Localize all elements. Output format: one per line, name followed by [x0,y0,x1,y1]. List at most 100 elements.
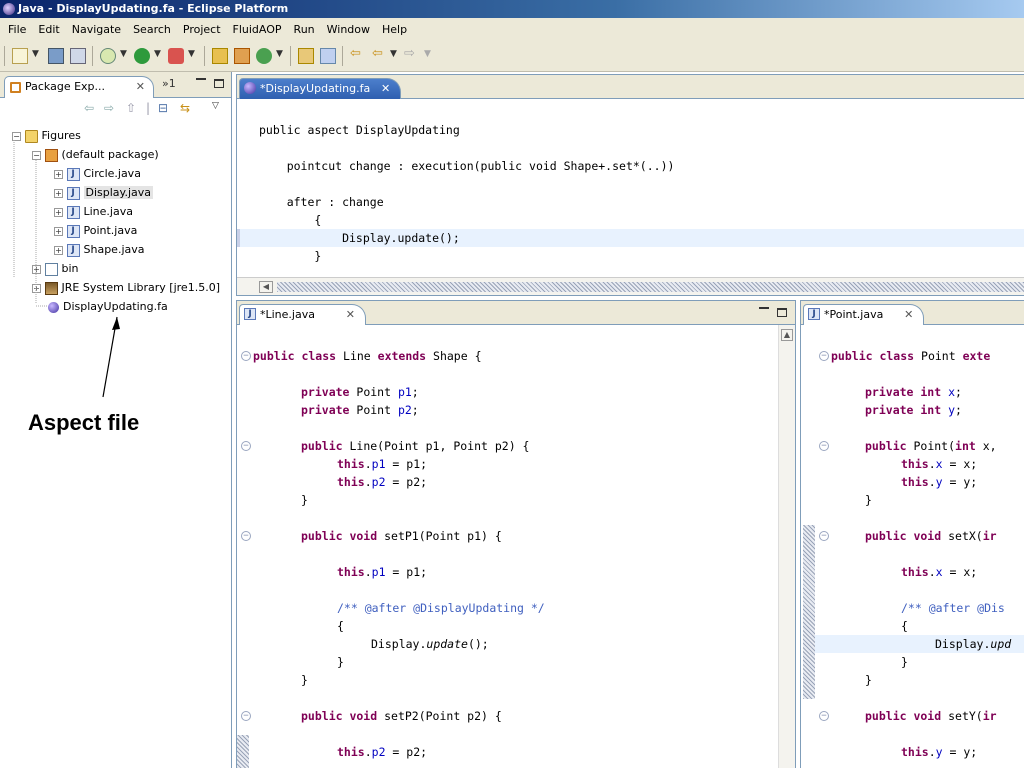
code-token: private int [865,403,942,417]
code-token: = p2; [385,475,428,489]
line-editor-tabbar: J *Line.java ✕ [237,301,795,325]
code-token: p1 [371,565,386,579]
code-token: x [935,457,943,471]
code-token: exte [962,349,991,363]
vertical-scrollbar[interactable]: ▲ [778,325,795,768]
fold-toggle-icon[interactable]: − [819,711,829,721]
close-icon[interactable]: ✕ [381,79,390,98]
code-line: private Point p2; [301,401,419,419]
code-token: p2 [371,745,386,759]
new-class-icon[interactable] [234,48,250,64]
code-token: Point [349,403,398,417]
code-line: { [901,617,908,635]
chevron-down-icon[interactable]: ▼ [188,49,195,59]
code-token: p1 [371,457,386,471]
point-java-code[interactable]: − public class Point exte private int x; pr… [815,325,1024,768]
external-tools-icon[interactable] [168,48,184,64]
run-icon[interactable] [134,48,150,64]
code-token: update [426,637,468,651]
code-token: int [955,439,976,453]
fold-toggle-icon[interactable]: − [241,351,251,361]
java-file-icon: J [244,308,256,320]
scroll-up-icon[interactable]: ▲ [781,329,793,341]
chevron-down-icon[interactable]: ▼ [154,49,161,59]
fold-toggle-icon[interactable]: − [241,711,251,721]
menu-window[interactable]: Window [321,23,376,36]
code-line: Display.update(); [259,231,460,245]
fold-toggle-icon[interactable]: − [241,441,251,451]
tab-line-java[interactable]: J *Line.java ✕ [239,304,366,325]
menu-run[interactable]: Run [288,23,321,36]
new-icon[interactable] [12,48,28,64]
code-token: } [865,673,872,687]
maximize-icon[interactable] [777,308,787,317]
code-token: } [337,655,344,669]
code-line: public void setX(ir [865,527,997,545]
code-token: } [865,493,872,507]
new-wizard-icon[interactable] [256,48,272,64]
new-package-icon[interactable] [212,48,228,64]
menu-project[interactable]: Project [177,23,227,36]
code-token: . [928,475,936,489]
code-line: /** @after @DisplayUpdating */ [337,599,545,617]
minimize-icon[interactable] [759,307,769,310]
code-token: Display. [371,637,427,651]
code-token: ir [982,709,997,723]
aspect-file-annotation: Aspect file [28,410,140,435]
aspect-code[interactable]: public aspect DisplayUpdating pointcut c… [237,99,1024,275]
java-file-icon: J [808,308,820,320]
line-java-code[interactable]: − public class Line extends Shape {privat… [237,325,779,768]
code-token: public class [253,349,337,363]
chevron-down-icon[interactable]: ▼ [276,49,283,59]
toolbar-separator [342,46,343,66]
print-icon[interactable] [70,48,86,64]
code-line: private Point p1; [301,383,419,401]
chevron-down-icon[interactable]: ▼ [120,49,127,59]
menu-help[interactable]: Help [376,23,413,36]
code-line: } [901,653,908,671]
code-token: upd [990,637,1012,651]
toolbar-separator [4,46,5,66]
last-edit-icon[interactable]: ⇦ [350,46,361,61]
code-token: . [364,745,372,759]
chevron-down-icon[interactable]: ▼ [390,49,397,59]
fold-toggle-icon[interactable]: − [241,531,251,541]
code-token: } [901,655,908,669]
chevron-down-icon[interactable]: ▼ [424,49,431,59]
chevron-down-icon[interactable]: ▼ [32,49,39,59]
code-line: public void setY(ir [865,707,997,725]
code-token: Shape { [426,349,482,363]
menu-search[interactable]: Search [127,23,177,36]
code-token: private [301,385,350,399]
open-type-icon[interactable] [298,48,314,64]
code-token: public [301,439,343,453]
code-token: this [901,565,929,579]
close-icon[interactable]: ✕ [346,305,355,324]
code-line: public class Line extends Shape { [253,347,482,365]
menu-fluidaop[interactable]: FluidAOP [227,23,288,36]
fold-toggle-icon[interactable]: − [819,441,829,451]
tab-point-java[interactable]: J *Point.java ✕ [803,304,925,325]
search-icon[interactable] [320,48,336,64]
fold-toggle-icon[interactable]: − [819,351,829,361]
code-token: (); [467,637,489,651]
code-token: . [364,565,372,579]
code-token: this [337,475,365,489]
forward-icon[interactable]: ⇨ [404,46,415,61]
debug-icon[interactable] [100,48,116,64]
close-icon[interactable]: ✕ [904,305,913,324]
horizontal-scrollbar[interactable]: ◀ [237,277,1024,295]
code-token: } [301,673,308,687]
menu-file[interactable]: File [2,23,32,36]
menu-navigate[interactable]: Navigate [66,23,127,36]
back-icon[interactable]: ⇦ [372,46,383,61]
fold-toggle-icon[interactable]: − [819,531,829,541]
scroll-left-icon[interactable]: ◀ [259,281,273,293]
code-line: this.p2 = p2; [337,473,427,491]
code-token: Display. [935,637,991,651]
tab-displayupdating-fa[interactable]: *DisplayUpdating.fa ✕ [239,78,402,99]
code-line: private int y; [865,401,962,419]
code-line: private int x; [865,383,962,401]
save-icon[interactable] [48,48,64,64]
menu-edit[interactable]: Edit [32,23,65,36]
